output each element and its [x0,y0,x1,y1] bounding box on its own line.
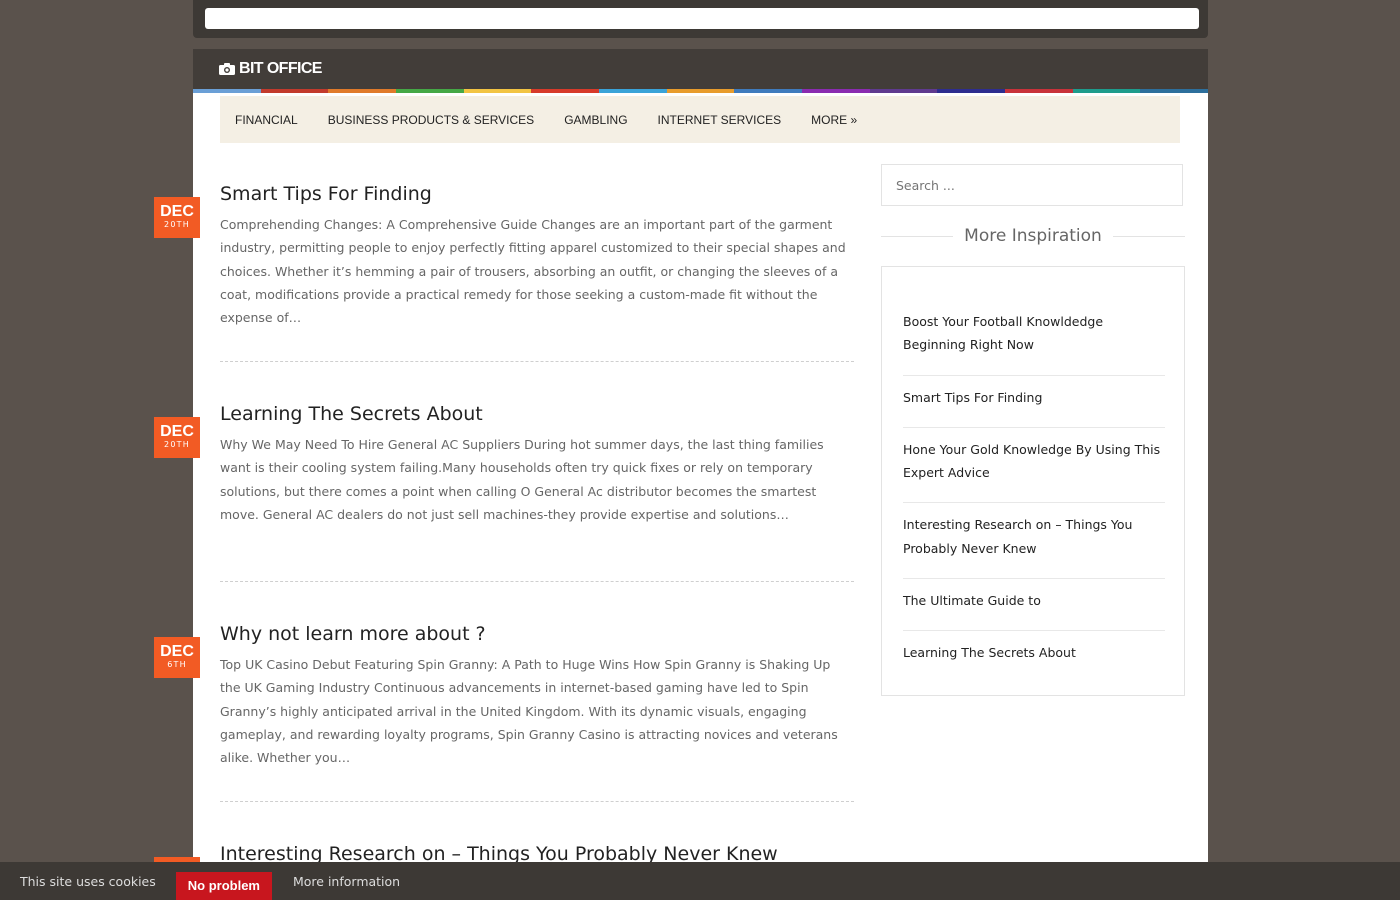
main-nav: FINANCIAL BUSINESS PRODUCTS & SERVICES G… [220,96,1180,143]
date-day: 20TH [164,440,190,449]
post-divider [220,581,854,582]
inspiration-link[interactable]: Learning The Secrets About [903,631,1165,682]
inspiration-widget: Boost Your Football Knowldedge Beginning… [881,266,1185,696]
date-badge: DEC 20TH [154,417,200,458]
sidebar-search-input[interactable] [881,164,1183,206]
post: Learning The Secrets About Why We May Ne… [220,403,854,526]
top-bar [193,0,1208,38]
date-month: DEC [160,643,194,660]
cookie-accept-button[interactable]: No problem [175,872,272,900]
heading-rule [1112,235,1185,237]
inspiration-link[interactable]: Smart Tips For Finding [903,376,1165,428]
nav-item-internet-services[interactable]: INTERNET SERVICES [658,113,782,127]
date-day: 6TH [167,660,187,669]
nav-item-more[interactable]: MORE » [811,113,857,127]
post-excerpt: Why We May Need To Hire General AC Suppl… [220,437,824,522]
site-title: BIT OFFICE [239,60,322,77]
date-month: DEC [160,203,194,220]
inspiration-link[interactable]: Boost Your Football Knowldedge Beginning… [903,300,1165,376]
post-divider [220,801,854,802]
inspiration-link[interactable]: The Ultimate Guide to [903,579,1165,632]
inspiration-link[interactable]: Hone Your Gold Knowledge By Using This E… [903,428,1165,504]
date-day: 20TH [164,220,190,229]
post-excerpt: Comprehending Changes: A Comprehensive G… [220,217,846,326]
heading-rule [881,235,954,237]
cookie-more-link[interactable]: More information [293,874,400,889]
camera-icon [219,63,235,75]
site-header: BIT OFFICE [193,49,1208,89]
cookie-bar: This site uses cookies No problem More i… [0,862,1400,900]
site-logo[interactable]: BIT OFFICE [219,60,322,78]
date-badge: DEC 6TH [154,637,200,678]
cookie-text: This site uses cookies [20,873,156,889]
date-badge: DEC 20TH [154,197,200,238]
post: Why not learn more about ? Top UK Casino… [220,623,854,769]
post-excerpt: Top UK Casino Debut Featuring Spin Grann… [220,657,838,766]
inspiration-list: Boost Your Football Knowldedge Beginning… [903,300,1165,683]
widget-heading: More Inspiration [881,224,1185,248]
nav-item-business-products-services[interactable]: BUSINESS PRODUCTS & SERVICES [328,113,535,127]
nav-item-financial[interactable]: FINANCIAL [235,113,298,127]
post-divider [220,361,854,362]
inspiration-link[interactable]: Interesting Research on – Things You Pro… [903,503,1165,580]
post-title[interactable]: Why not learn more about ? [220,623,854,645]
post: Smart Tips For Finding Comprehending Cha… [220,183,854,329]
date-month: DEC [160,423,194,440]
post-title[interactable]: Learning The Secrets About [220,403,854,425]
post-title[interactable]: Smart Tips For Finding [220,183,854,205]
top-search-input[interactable] [205,8,1199,29]
nav-item-gambling[interactable]: GAMBLING [564,113,627,127]
widget-title: More Inspiration [964,226,1102,246]
